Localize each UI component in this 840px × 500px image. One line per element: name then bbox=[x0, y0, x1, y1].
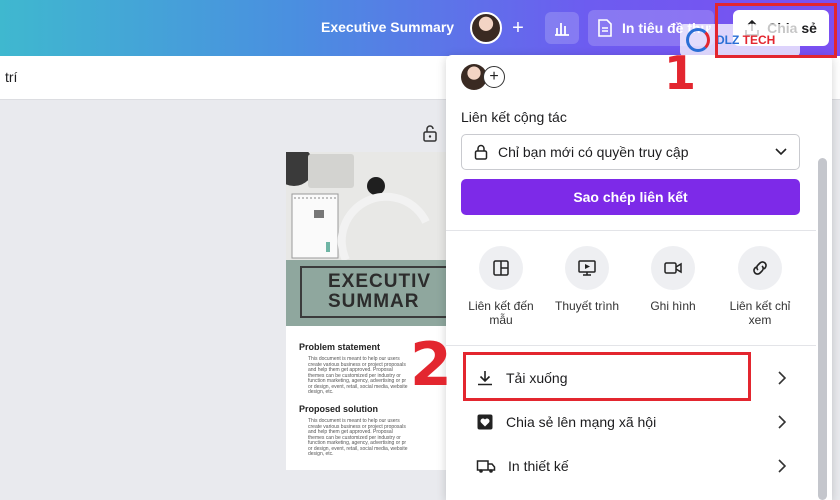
chevron-right-icon bbox=[778, 459, 786, 473]
link-icon bbox=[753, 261, 767, 275]
present-icon bbox=[578, 260, 596, 276]
truck-icon bbox=[476, 460, 496, 473]
plus-icon: + bbox=[512, 16, 524, 39]
video-icon bbox=[664, 262, 682, 274]
highlight-download-row bbox=[463, 352, 751, 401]
document-title[interactable]: Executive Summary bbox=[321, 19, 454, 35]
solution-text: This document is meant to help our users… bbox=[308, 418, 408, 457]
solution-heading: Proposed solution bbox=[299, 404, 379, 414]
step-number-1: 1 bbox=[664, 46, 697, 100]
step-number-2: 2 bbox=[410, 330, 452, 400]
collaborators-row: + bbox=[461, 64, 505, 90]
access-level-value: Chỉ bạn mới có quyền truy cập bbox=[498, 144, 689, 160]
add-collaborator-button[interactable]: + bbox=[502, 12, 534, 44]
page-title-line-2: SUMMAR bbox=[328, 291, 420, 312]
page-title-line-1: EXECUTIV bbox=[328, 271, 432, 292]
option-view-only-link[interactable]: Liên kết chỉ xem bbox=[721, 246, 799, 327]
lock-icon[interactable] bbox=[422, 124, 438, 142]
option-present[interactable]: Thuyết trình bbox=[548, 246, 626, 313]
option-label: Liên kết đến mẫu bbox=[468, 299, 534, 327]
bar-chart-icon bbox=[555, 23, 569, 36]
option-template-link[interactable]: Liên kết đến mẫu bbox=[462, 246, 540, 327]
toolbar-partial-text: trí bbox=[5, 69, 18, 85]
panel-scrollbar[interactable] bbox=[818, 158, 827, 500]
insights-button[interactable] bbox=[545, 12, 579, 44]
chevron-right-icon bbox=[778, 371, 786, 385]
heart-icon bbox=[477, 414, 493, 430]
desk-photo bbox=[286, 152, 446, 260]
user-avatar[interactable] bbox=[470, 12, 502, 44]
social-share-row[interactable]: Chia sẻ lên mạng xã hội bbox=[476, 407, 786, 437]
social-share-label: Chia sẻ lên mạng xã hội bbox=[506, 414, 657, 430]
collab-link-label: Liên kết cộng tác bbox=[461, 109, 567, 125]
option-label: Liên kết chỉ xem bbox=[729, 299, 791, 327]
copy-link-button[interactable]: Sao chép liên kết bbox=[461, 179, 800, 215]
design-page-preview[interactable]: EXECUTIV SUMMAR Problem statement This d… bbox=[286, 152, 446, 470]
access-level-select[interactable]: Chỉ bạn mới có quyền truy cập bbox=[461, 134, 800, 170]
print-design-label: In thiết kế bbox=[508, 458, 569, 474]
print-design-row[interactable]: In thiết kế bbox=[476, 451, 786, 481]
title-band: EXECUTIV SUMMAR bbox=[286, 260, 446, 326]
panel-divider bbox=[446, 345, 816, 346]
lock-icon bbox=[474, 144, 488, 160]
option-label: Ghi hình bbox=[650, 299, 696, 313]
chevron-right-icon bbox=[778, 415, 786, 429]
option-record[interactable]: Ghi hình bbox=[634, 246, 712, 313]
template-icon bbox=[493, 260, 509, 276]
chevron-down-icon bbox=[775, 148, 787, 156]
document-icon bbox=[598, 19, 612, 37]
highlight-share-button bbox=[715, 3, 837, 58]
add-people-icon[interactable]: + bbox=[483, 66, 505, 88]
option-label: Thuyết trình bbox=[554, 299, 620, 313]
panel-divider bbox=[446, 230, 816, 231]
problem-text: This document is meant to help our users… bbox=[308, 356, 408, 395]
problem-heading: Problem statement bbox=[299, 342, 381, 352]
